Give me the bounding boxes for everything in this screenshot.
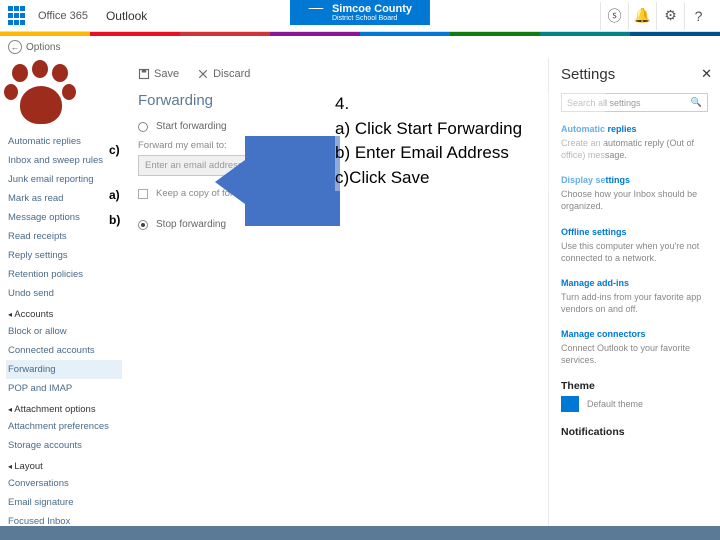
nav-section-attach[interactable]: Attachment options bbox=[6, 398, 122, 417]
nav-msg-options[interactable]: Message options bbox=[6, 208, 122, 227]
settings-gear-icon[interactable]: ⚙ bbox=[656, 2, 684, 30]
nav-read-receipts[interactable]: Read receipts bbox=[6, 227, 122, 246]
notifications-icon[interactable]: 🔔 bbox=[628, 2, 656, 30]
label-b: b) bbox=[109, 213, 120, 227]
discard-icon bbox=[197, 68, 209, 80]
rainbow-stripe bbox=[0, 32, 720, 36]
nav-junk[interactable]: Junk email reporting bbox=[6, 170, 122, 189]
theme-swatch bbox=[561, 396, 579, 412]
start-forwarding-row[interactable]: Start forwarding bbox=[132, 117, 339, 136]
org-banner: Simcoe County District School Board bbox=[290, 0, 430, 25]
top-bar: Office 365 Outlook Simcoe County Distric… bbox=[0, 0, 720, 32]
nav-inbox-rules[interactable]: Inbox and sweep rules bbox=[6, 151, 122, 170]
main-area: Automatic replies Inbox and sweep rules … bbox=[0, 58, 720, 540]
nav-auto-replies[interactable]: Automatic replies bbox=[6, 132, 122, 151]
help-icon[interactable]: ? bbox=[684, 2, 712, 30]
paw-logo-icon bbox=[6, 64, 76, 128]
discard-button[interactable]: Discard bbox=[197, 68, 250, 80]
nav-section-layout[interactable]: Layout bbox=[6, 455, 122, 474]
set-addins-desc: Turn add-ins from your favorite app vend… bbox=[561, 291, 708, 315]
nav-signature[interactable]: Email signature bbox=[6, 493, 122, 512]
label-a: a) bbox=[109, 188, 120, 202]
set-offline[interactable]: Offline settings bbox=[561, 227, 708, 237]
set-connectors-desc: Connect Outlook to your favorite service… bbox=[561, 342, 708, 366]
save-button[interactable]: Save bbox=[138, 68, 179, 80]
search-icon: 🔍 bbox=[691, 97, 702, 108]
save-label: Save bbox=[154, 68, 179, 80]
org-subtitle: District School Board bbox=[332, 15, 412, 22]
brand-outlook: Outlook bbox=[106, 9, 147, 23]
set-connectors[interactable]: Manage connectors bbox=[561, 329, 708, 339]
sub-bar: ← Options bbox=[0, 36, 720, 58]
toolbar: Save Discard bbox=[132, 64, 339, 90]
left-nav: Automatic replies Inbox and sweep rules … bbox=[0, 58, 128, 540]
theme-value: Default theme bbox=[587, 398, 643, 410]
set-notifications: Notifications bbox=[561, 426, 708, 438]
nav-mark-read[interactable]: Mark as read bbox=[6, 189, 122, 208]
top-icons: ⓢ 🔔 ⚙ ? bbox=[600, 2, 712, 30]
theme-selector[interactable]: Default theme bbox=[561, 396, 708, 412]
app-launcher-icon[interactable] bbox=[8, 6, 28, 26]
brand-office365: Office 365 bbox=[38, 10, 88, 22]
options-label: Options bbox=[26, 42, 60, 53]
nav-block[interactable]: Block or allow bbox=[6, 322, 122, 341]
start-radio[interactable] bbox=[138, 122, 148, 132]
back-icon[interactable]: ← bbox=[8, 40, 22, 54]
nav-retention[interactable]: Retention policies bbox=[6, 265, 122, 284]
nav-pop-imap[interactable]: POP and IMAP bbox=[6, 379, 122, 398]
nav-section-accounts[interactable]: Accounts bbox=[6, 303, 122, 322]
nav-storage[interactable]: Storage accounts bbox=[6, 436, 122, 455]
nav-forwarding[interactable]: Forwarding bbox=[6, 360, 122, 379]
keep-copy-checkbox[interactable] bbox=[138, 189, 148, 199]
nav-undo[interactable]: Undo send bbox=[6, 284, 122, 303]
instruction-overlay: 4. a) Click Start Forwarding b) Enter Em… bbox=[335, 92, 605, 191]
set-display-desc: Choose how your Inbox should be organize… bbox=[561, 188, 708, 212]
instr-line-0: 4. bbox=[335, 92, 605, 117]
nav-conversations[interactable]: Conversations bbox=[6, 474, 122, 493]
content-pane: Save Discard Forwarding Start forwarding… bbox=[128, 58, 343, 540]
page-heading: Forwarding bbox=[132, 90, 339, 117]
start-label: Start forwarding bbox=[156, 121, 227, 132]
instr-line-1: a) Click Start Forwarding bbox=[335, 117, 605, 142]
label-c: c) bbox=[109, 143, 120, 157]
org-name: Simcoe County bbox=[332, 3, 412, 15]
org-logo-icon bbox=[308, 6, 326, 20]
settings-title: Settings bbox=[561, 66, 708, 83]
save-icon bbox=[138, 68, 150, 80]
nav-reply[interactable]: Reply settings bbox=[6, 246, 122, 265]
instr-line-2: b) Enter Email Address bbox=[335, 141, 605, 166]
stop-radio[interactable] bbox=[138, 220, 148, 230]
instr-line-3: c)Click Save bbox=[335, 166, 605, 191]
skype-icon[interactable]: ⓢ bbox=[600, 2, 628, 30]
close-icon[interactable]: ✕ bbox=[701, 66, 712, 82]
nav-connected[interactable]: Connected accounts bbox=[6, 341, 122, 360]
set-addins[interactable]: Manage add-ins bbox=[561, 278, 708, 288]
callout-arrow bbox=[215, 136, 340, 226]
nav-attach-pref[interactable]: Attachment preferences bbox=[6, 417, 122, 436]
discard-label: Discard bbox=[213, 68, 250, 80]
set-theme: Theme bbox=[561, 380, 708, 392]
set-offline-desc: Use this computer when you're not connec… bbox=[561, 240, 708, 264]
bottom-bar bbox=[0, 526, 720, 540]
